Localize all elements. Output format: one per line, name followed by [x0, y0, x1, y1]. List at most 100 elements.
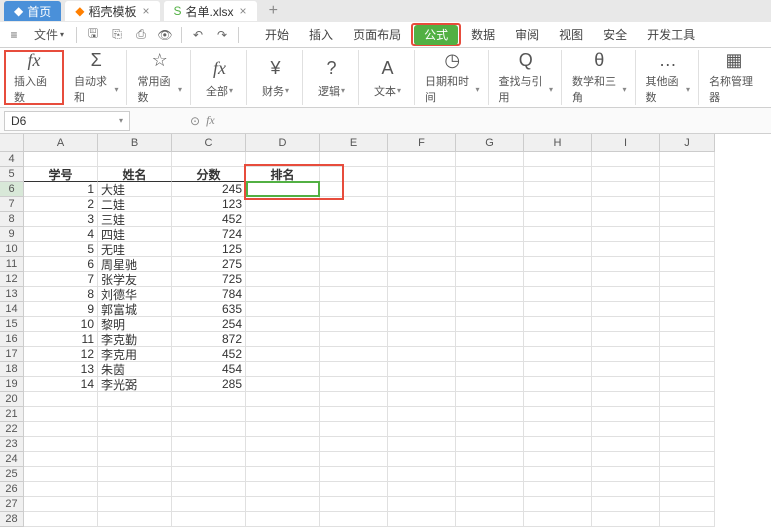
cell[interactable] [456, 332, 524, 347]
cell[interactable] [320, 347, 388, 362]
cell[interactable] [246, 332, 320, 347]
cell[interactable] [524, 512, 592, 527]
cell[interactable] [660, 272, 715, 287]
cell[interactable] [388, 317, 456, 332]
row-header[interactable]: 4 [0, 152, 24, 167]
cell[interactable] [388, 182, 456, 197]
other-fn-button[interactable]: …其他函数▾ [638, 50, 700, 105]
menu-layout[interactable]: 页面布局 [343, 23, 411, 46]
cell[interactable]: 2 [24, 197, 98, 212]
cell[interactable] [592, 437, 660, 452]
cell[interactable] [320, 482, 388, 497]
tab-home[interactable]: ◆首页 [4, 1, 61, 21]
cell[interactable] [456, 197, 524, 212]
cell[interactable] [320, 272, 388, 287]
cell[interactable]: 张学友 [98, 272, 172, 287]
col-header[interactable]: J [660, 134, 715, 152]
common-fn-button[interactable]: ☆常用函数▾ [129, 50, 191, 105]
cell[interactable] [172, 482, 246, 497]
cell[interactable]: 254 [172, 317, 246, 332]
cell[interactable] [660, 257, 715, 272]
row-header[interactable]: 24 [0, 452, 24, 467]
spreadsheet-grid[interactable]: A B C D E F G H I J 45678910111213141516… [0, 134, 771, 527]
cell[interactable]: 三娃 [98, 212, 172, 227]
cell[interactable] [246, 242, 320, 257]
cell[interactable] [524, 302, 592, 317]
save-icon[interactable]: 🖫 [85, 27, 101, 43]
add-tab-button[interactable]: + [261, 2, 286, 20]
cell[interactable] [246, 317, 320, 332]
menu-start[interactable]: 开始 [255, 23, 299, 46]
cell[interactable] [320, 152, 388, 167]
autosum-button[interactable]: Σ自动求和▾ [66, 50, 128, 105]
preview-icon[interactable]: 👁 [157, 27, 173, 43]
cell[interactable] [320, 497, 388, 512]
cell[interactable] [524, 182, 592, 197]
cell[interactable] [388, 257, 456, 272]
row-header[interactable]: 13 [0, 287, 24, 302]
row-header[interactable]: 7 [0, 197, 24, 212]
cell[interactable] [24, 512, 98, 527]
row-header[interactable]: 16 [0, 332, 24, 347]
cell[interactable] [592, 452, 660, 467]
cell[interactable]: 朱茵 [98, 362, 172, 377]
menu-security[interactable]: 安全 [593, 23, 637, 46]
cell[interactable]: 李克用 [98, 347, 172, 362]
cell[interactable] [246, 197, 320, 212]
cell[interactable] [592, 152, 660, 167]
cell[interactable]: 285 [172, 377, 246, 392]
cell[interactable] [172, 407, 246, 422]
cell[interactable] [524, 467, 592, 482]
cell[interactable] [524, 167, 592, 182]
cell[interactable] [246, 347, 320, 362]
cell[interactable] [320, 302, 388, 317]
cell[interactable]: 8 [24, 287, 98, 302]
cell[interactable] [98, 482, 172, 497]
row-header[interactable]: 11 [0, 257, 24, 272]
cell[interactable] [246, 482, 320, 497]
cell[interactable]: 635 [172, 302, 246, 317]
cell[interactable] [524, 152, 592, 167]
cell[interactable]: 725 [172, 272, 246, 287]
cell[interactable] [592, 407, 660, 422]
cell[interactable] [524, 212, 592, 227]
row-header[interactable]: 28 [0, 512, 24, 527]
cell[interactable] [660, 467, 715, 482]
cell[interactable] [98, 452, 172, 467]
cell[interactable] [456, 227, 524, 242]
cell[interactable] [320, 377, 388, 392]
cell[interactable]: 872 [172, 332, 246, 347]
cell[interactable] [388, 227, 456, 242]
cell[interactable] [246, 377, 320, 392]
row-header[interactable]: 19 [0, 377, 24, 392]
cell[interactable] [172, 467, 246, 482]
select-all-corner[interactable] [0, 134, 24, 152]
cell[interactable]: 123 [172, 197, 246, 212]
col-header[interactable]: G [456, 134, 524, 152]
row-header[interactable]: 6 [0, 182, 24, 197]
cell[interactable] [660, 377, 715, 392]
cell[interactable] [320, 452, 388, 467]
tab-template[interactable]: ◆稻壳模板× [65, 1, 159, 21]
cell[interactable] [388, 467, 456, 482]
cell[interactable] [24, 152, 98, 167]
menu-formula[interactable]: 公式 [414, 25, 458, 45]
cell[interactable]: 学号 [24, 167, 98, 182]
cell[interactable] [660, 242, 715, 257]
cell[interactable] [388, 347, 456, 362]
cell[interactable] [98, 407, 172, 422]
cell[interactable] [388, 512, 456, 527]
cell[interactable] [388, 272, 456, 287]
cell[interactable] [456, 497, 524, 512]
cell[interactable] [24, 407, 98, 422]
cell[interactable] [456, 272, 524, 287]
cell[interactable] [524, 272, 592, 287]
cell[interactable] [456, 512, 524, 527]
cell[interactable] [98, 437, 172, 452]
cell[interactable] [456, 437, 524, 452]
cell[interactable] [388, 452, 456, 467]
cell[interactable] [388, 422, 456, 437]
cell[interactable]: 5 [24, 242, 98, 257]
cell[interactable]: 周星驰 [98, 257, 172, 272]
cell[interactable] [172, 392, 246, 407]
